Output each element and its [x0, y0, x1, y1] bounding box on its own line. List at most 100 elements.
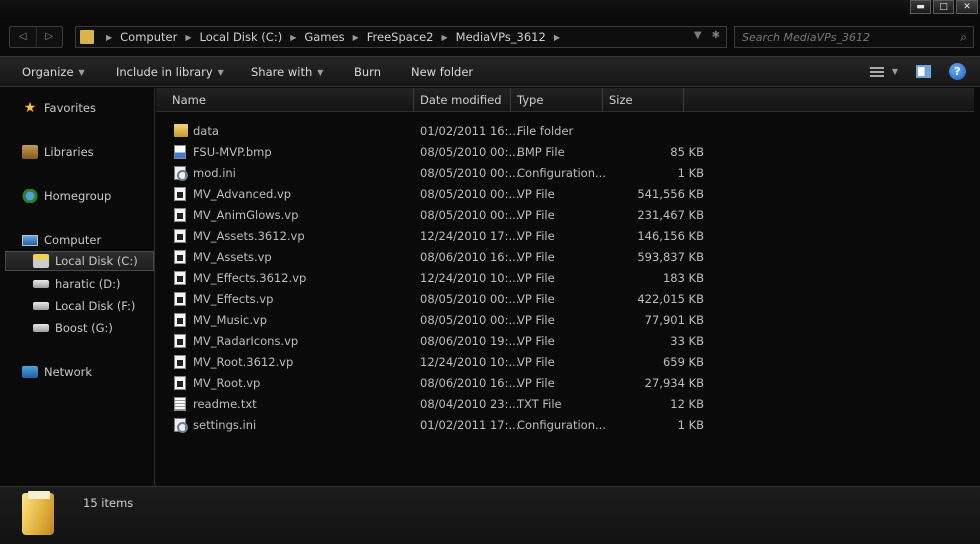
vp-file-icon	[174, 271, 186, 285]
sidebar-item-network[interactable]: Network	[22, 362, 92, 382]
file-name: data	[193, 124, 219, 138]
breadcrumb-mediavps[interactable]: MediaVPs_3612 ▶	[456, 30, 568, 44]
file-row[interactable]: MV_Effects.3612.vp 12/24/2010 10:... VP Fi…	[170, 268, 710, 289]
column-header-date-modified[interactable]: Date modified	[414, 88, 511, 112]
chevron-right-icon[interactable]: ▶	[106, 33, 112, 42]
file-type: VP File	[517, 187, 555, 201]
file-name: MV_Advanced.vp	[193, 187, 292, 201]
vp-file-icon	[174, 187, 186, 201]
preview-pane-icon[interactable]	[916, 65, 931, 78]
file-size: 146,156 KB	[637, 229, 704, 243]
file-type: VP File	[517, 355, 555, 369]
file-row[interactable]: FSU-MVP.bmp 08/05/2010 00:... BMP File 85 K…	[170, 142, 710, 163]
file-type: VP File	[517, 229, 555, 243]
burn-button[interactable]: Burn	[354, 65, 381, 79]
file-name: MV_AnimGlows.vp	[193, 208, 299, 222]
file-row[interactable]: settings.ini 01/02/2011 17:... Configurati…	[170, 415, 710, 436]
file-row[interactable]: MV_Music.vp 08/05/2010 00:... VP File 77,90…	[170, 310, 710, 331]
include-in-library-button[interactable]: Include in library ▼	[116, 65, 224, 79]
sidebar-item-boost-g[interactable]: Boost (G:)	[33, 318, 113, 338]
search-icon[interactable]: ⌕	[960, 30, 967, 45]
file-type: VP File	[517, 334, 555, 348]
file-date-modified: 12/24/2010 17:...	[420, 229, 520, 243]
file-row[interactable]: MV_Root.3612.vp 12/24/2010 10:... VP File 6…	[170, 352, 710, 373]
sidebar-item-favorites[interactable]: ★ Favorites	[22, 98, 96, 118]
file-row[interactable]: MV_Assets.3612.vp 12/24/2010 17:... VP Fil…	[170, 226, 710, 247]
column-header-size[interactable]: Size	[603, 88, 684, 112]
help-icon[interactable]: ?	[949, 63, 966, 80]
file-list: Name Date modified Type Size data 01/02/2…	[156, 88, 980, 486]
file-row[interactable]: mod.ini 08/05/2010 00:... Configuration...…	[170, 163, 710, 184]
file-row[interactable]: MV_AnimGlows.vp 08/05/2010 00:... VP File 2…	[170, 205, 710, 226]
column-header-type[interactable]: Type	[511, 88, 603, 112]
sidebar-item-local-disk-f[interactable]: Local Disk (F:)	[33, 296, 135, 316]
sidebar-item-libraries[interactable]: Libraries	[22, 142, 94, 162]
sidebar-item-homegroup[interactable]: Homegroup	[22, 186, 111, 206]
file-name: MV_Effects.3612.vp	[193, 271, 307, 285]
computer-icon	[22, 234, 38, 246]
search-input[interactable]	[735, 27, 973, 47]
drive-icon	[33, 302, 49, 310]
file-type: TXT File	[517, 397, 562, 411]
refresh-icon[interactable]: ✱	[712, 30, 720, 41]
file-size: 422,015 KB	[637, 292, 704, 306]
file-row[interactable]: MV_RadarIcons.vp 08/06/2010 19:... VP File…	[170, 331, 710, 352]
file-name: mod.ini	[193, 166, 236, 180]
file-type: VP File	[517, 376, 555, 390]
file-date-modified: 08/05/2010 00:...	[420, 292, 520, 306]
column-headers: Name Date modified Type Size	[156, 88, 974, 112]
address-bar[interactable]: ▶ Computer ▶ Local Disk (C:) ▶ Games ▶ Free…	[75, 26, 727, 48]
new-folder-button[interactable]: New folder	[411, 65, 473, 79]
ini-file-icon	[174, 166, 188, 181]
file-date-modified: 08/05/2010 00:...	[420, 166, 520, 180]
window-controls: ▬ □ ✕	[910, 0, 978, 14]
file-type: File folder	[517, 124, 574, 138]
close-button[interactable]: ✕	[956, 0, 978, 14]
sidebar-item-computer[interactable]: Computer	[22, 230, 101, 250]
file-name: MV_Assets.3612.vp	[193, 229, 305, 243]
drive-icon	[33, 280, 49, 288]
txt-file-icon	[174, 397, 186, 411]
file-date-modified: 01/02/2011 16:...	[420, 124, 520, 138]
file-type: BMP File	[517, 145, 565, 159]
file-date-modified: 12/24/2010 10:...	[420, 355, 520, 369]
breadcrumb-games[interactable]: Games ▶	[304, 30, 366, 44]
ini-file-icon	[174, 418, 188, 433]
column-header-name[interactable]: Name	[156, 88, 414, 112]
maximize-button[interactable]: □	[933, 0, 954, 14]
vp-file-icon	[174, 334, 186, 348]
file-size: 593,837 KB	[637, 250, 704, 264]
file-type: VP File	[517, 313, 555, 327]
chevron-down-icon: ▼	[78, 68, 85, 77]
library-icon	[22, 145, 38, 159]
title-bar: ▬ □ ✕	[0, 0, 980, 20]
change-view-button[interactable]: ▼	[869, 66, 898, 77]
star-icon: ★	[23, 100, 37, 116]
folder-icon	[80, 30, 94, 44]
file-date-modified: 08/05/2010 00:...	[420, 187, 520, 201]
breadcrumb-computer[interactable]: Computer ▶	[120, 30, 199, 44]
file-row[interactable]: MV_Assets.vp 08/06/2010 16:... VP File 593,…	[170, 247, 710, 268]
file-date-modified: 08/06/2010 19:...	[420, 334, 520, 348]
file-size: 183 KB	[662, 271, 704, 285]
history-dropdown-icon[interactable]: ▼	[694, 30, 702, 41]
organize-button[interactable]: Organize ▼	[22, 65, 85, 79]
file-date-modified: 12/24/2010 10:...	[420, 271, 520, 285]
sidebar-item-local-disk-c[interactable]: Local Disk (C:)	[5, 251, 154, 271]
sidebar-item-haratic-d[interactable]: haratic (D:)	[33, 274, 121, 294]
file-row[interactable]: readme.txt 08/04/2010 23:... TXT File 12 KB	[170, 394, 710, 415]
forward-button[interactable]: ▷	[35, 27, 63, 47]
file-row[interactable]: MV_Advanced.vp 08/05/2010 00:... VP File 54…	[170, 184, 710, 205]
share-with-button[interactable]: Share with ▼	[251, 65, 323, 79]
file-row[interactable]: data 01/02/2011 16:... File folder	[170, 121, 710, 142]
breadcrumb-freespace2[interactable]: FreeSpace2 ▶	[367, 30, 456, 44]
file-name: MV_Music.vp	[193, 313, 268, 327]
search-box[interactable]: ⌕	[734, 26, 974, 48]
file-name: MV_Assets.vp	[193, 250, 272, 264]
minimize-button[interactable]: ▬	[910, 0, 931, 14]
breadcrumb-local-disk-c[interactable]: Local Disk (C:) ▶	[199, 30, 304, 44]
file-size: 659 KB	[662, 355, 704, 369]
back-button[interactable]: ◁	[10, 27, 36, 47]
file-row[interactable]: MV_Root.vp 08/06/2010 16:... VP File 27,934…	[170, 373, 710, 394]
file-row[interactable]: MV_Effects.vp 08/05/2010 00:... VP File 422…	[170, 289, 710, 310]
